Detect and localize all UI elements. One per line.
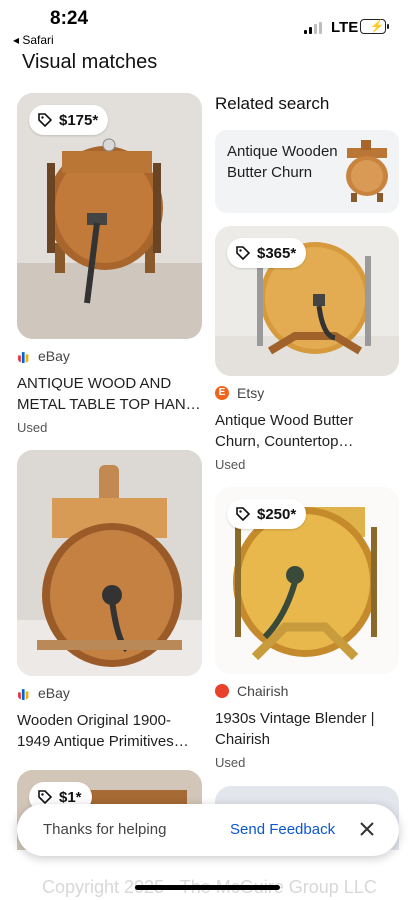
price-tag-icon [236, 507, 251, 522]
source-name: eBay [38, 348, 70, 364]
product-title[interactable]: ANTIQUE WOOD AND METAL TABLE TOP HAN… [17, 373, 202, 415]
chairish-logo-icon [215, 684, 229, 698]
source-name: Etsy [237, 385, 265, 401]
product-title[interactable]: Wooden Original 1900-1949 Antique Primit… [17, 710, 202, 752]
result-card-4[interactable]: $250* Chairish 1930s Vintage Blender | C… [215, 487, 399, 770]
clock: 8:24 [50, 8, 89, 29]
source-name: eBay [38, 685, 70, 701]
ebay-logo-icon [18, 351, 29, 363]
condition-label: Used [215, 755, 246, 770]
result-card-2[interactable]: $365* E Etsy Antique Wood Butter Churn, … [215, 226, 399, 472]
send-feedback-button[interactable]: Send Feedback [230, 821, 335, 838]
section-title: Visual matches [22, 51, 158, 73]
status-bar: 8:24 ◂ Safari LTE ⚡ [0, 0, 416, 50]
ebay-logo-icon [18, 688, 29, 700]
source-name: Chairish [237, 683, 289, 699]
source-row: eBay [17, 347, 202, 365]
related-search-chip[interactable]: Antique Wooden Butter Churn [215, 130, 399, 213]
price-tag-icon [38, 790, 53, 805]
product-title[interactable]: 1930s Vintage Blender | Chairish [215, 708, 399, 750]
source-row: E Etsy [215, 384, 399, 402]
back-to-safari-link[interactable]: ◂ Safari [13, 33, 54, 47]
price-value: $175* [59, 111, 99, 129]
product-image[interactable]: $250* [215, 487, 399, 674]
related-search-thumbnail [341, 138, 393, 204]
network-label: LTE [331, 19, 359, 36]
source-row: Chairish [215, 682, 399, 700]
home-indicator[interactable] [135, 885, 280, 890]
etsy-logo-icon: E [215, 386, 229, 400]
product-title[interactable]: Antique Wood Butter Churn, Countertop… [215, 410, 399, 452]
product-image[interactable] [17, 450, 202, 676]
result-card-1[interactable]: $175* eBay ANTIQUE WOOD AND METAL TABLE … [17, 93, 202, 435]
related-search-heading: Related search [215, 94, 330, 113]
condition-label: Used [215, 457, 246, 472]
feedback-toast: Thanks for helping Send Feedback [17, 804, 399, 856]
price-value: $365* [257, 244, 297, 262]
battery-icon: ⚡ [360, 19, 389, 34]
price-value: $250* [257, 505, 297, 523]
signal-icon [304, 22, 324, 34]
price-tag-icon [38, 113, 53, 128]
result-card-3[interactable]: eBay Wooden Original 1900-1949 Antique P… [17, 450, 202, 752]
price-value: $1* [59, 788, 82, 806]
price-badge: $365* [227, 238, 307, 268]
condition-label: Used [17, 420, 48, 435]
price-badge: $175* [29, 105, 109, 135]
price-tag-icon [236, 246, 251, 261]
related-search-label: Antique Wooden Butter Churn [227, 143, 338, 181]
toast-message: Thanks for helping [43, 821, 167, 838]
source-row: eBay [17, 684, 202, 702]
close-icon[interactable] [357, 819, 377, 839]
product-image[interactable]: $365* [215, 226, 399, 376]
product-image[interactable]: $175* [17, 93, 202, 339]
price-badge: $250* [227, 499, 307, 529]
